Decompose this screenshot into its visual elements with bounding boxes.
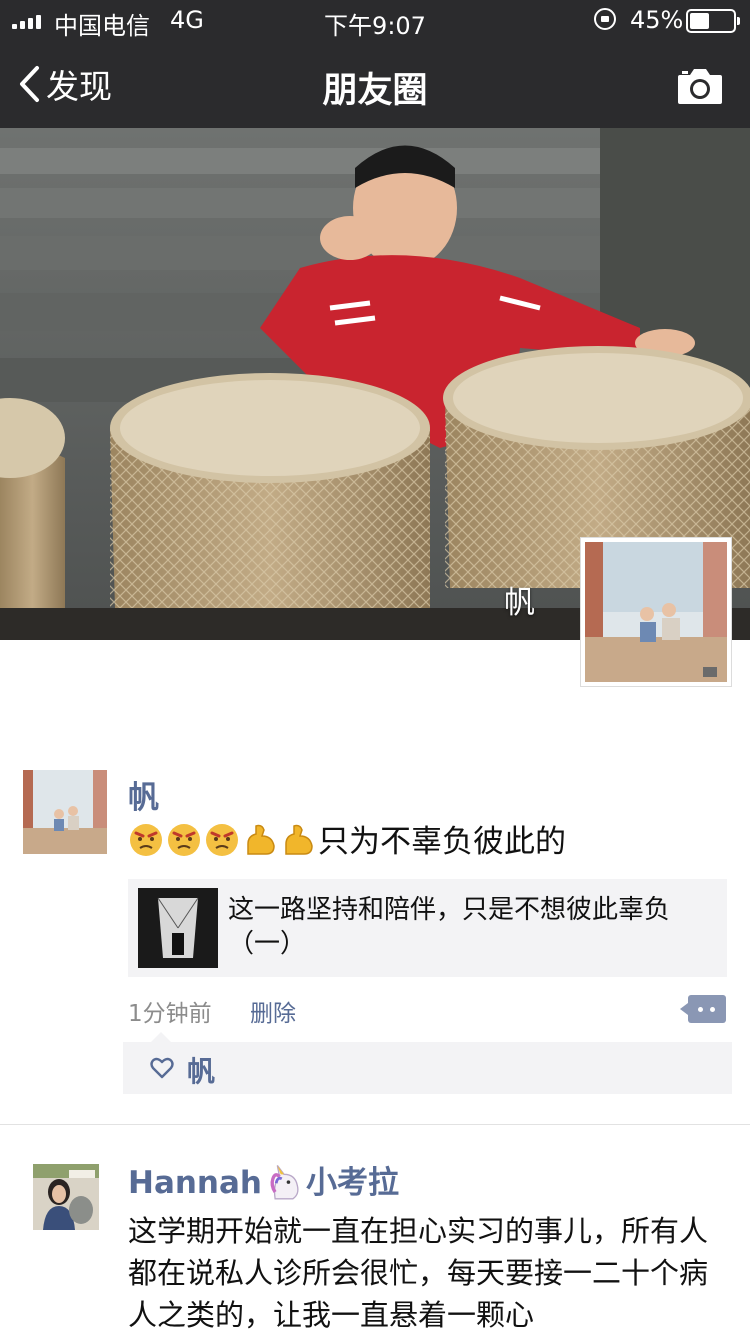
cover-user-name: 帆 <box>504 585 535 621</box>
flexed-biceps-emoji <box>247 824 275 855</box>
likes-panel: 帆 <box>123 1032 732 1094</box>
avatar-image <box>33 1164 99 1230</box>
author-name-suffix: 小考拉 <box>306 1165 399 1201</box>
avatar-image <box>585 542 727 682</box>
angry-face-emoji <box>130 824 162 856</box>
battery-icon <box>686 9 740 33</box>
post-author-name[interactable]: 帆 <box>128 772 159 817</box>
angry-face-emoji <box>168 824 200 856</box>
post-text: 这学期开始就一直在担心实习的事儿，所有人都在说私人诊所会很忙，每天要接一二十个病… <box>128 1214 709 1332</box>
top-bar: 中国电信 4G 下午9:07 45% 发现 朋友圈 <box>0 0 750 128</box>
liker-name[interactable]: 帆 <box>187 1050 215 1090</box>
shared-link-title: 这一路坚持和陪伴，只是不想彼此辜负（一） <box>228 895 671 959</box>
page-title: 朋友圈 <box>322 71 428 111</box>
delete-button[interactable]: 删除 <box>250 994 296 1028</box>
post-text-body: 只为不辜负彼此的 <box>318 824 566 860</box>
flexed-biceps-emoji <box>285 824 313 855</box>
author-name: Hannah <box>128 1165 262 1201</box>
profile-avatar[interactable] <box>580 537 732 687</box>
post-author-name[interactable]: Hannah 小考拉 <box>128 1157 399 1202</box>
status-bar: 中国电信 4G 下午9:07 45% <box>0 0 750 40</box>
post-divider <box>0 1124 750 1125</box>
heart-icon <box>150 1057 174 1079</box>
rotation-lock-icon <box>594 8 616 30</box>
unicorn-emoji <box>270 1165 299 1200</box>
camera-icon[interactable] <box>676 66 724 106</box>
comment-like-menu-button[interactable] <box>680 995 726 1023</box>
battery-percent: 45% <box>630 6 684 34</box>
shared-link-card[interactable]: 这一路坚持和陪伴，只是不想彼此辜负（一） <box>128 879 727 977</box>
post-author-avatar[interactable] <box>23 770 107 854</box>
battery-fill <box>690 13 709 29</box>
angry-face-emoji <box>206 824 238 856</box>
post-author-avatar[interactable] <box>33 1164 99 1230</box>
shared-link-thumbnail <box>138 888 218 968</box>
nav-bar: 发现 朋友圈 <box>0 40 750 128</box>
avatar-image <box>23 770 107 854</box>
post-time: 1分钟前 <box>128 1001 212 1027</box>
post-text: 只为不辜负彼此的 <box>128 821 566 863</box>
